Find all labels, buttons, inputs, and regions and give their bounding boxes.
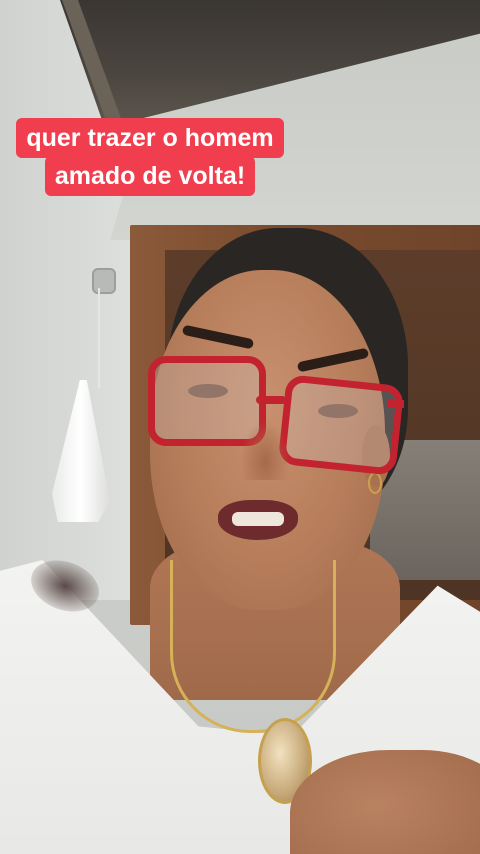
- hanging-string: [98, 288, 100, 388]
- teeth: [232, 512, 284, 526]
- wall-hook: [92, 268, 116, 294]
- caption-line-1: quer trazer o homem: [16, 118, 284, 158]
- glasses-bridge: [256, 396, 286, 404]
- earring: [368, 472, 382, 494]
- video-caption: quer trazer o homem amado de volta!: [0, 118, 300, 196]
- caption-line-2: amado de volta!: [44, 156, 256, 196]
- glasses-arm: [388, 400, 404, 408]
- video-frame: quer trazer o homem amado de volta!: [0, 0, 480, 854]
- necklace-chain: [170, 560, 336, 733]
- glasses-right-lens: [277, 374, 405, 476]
- nose: [240, 420, 290, 480]
